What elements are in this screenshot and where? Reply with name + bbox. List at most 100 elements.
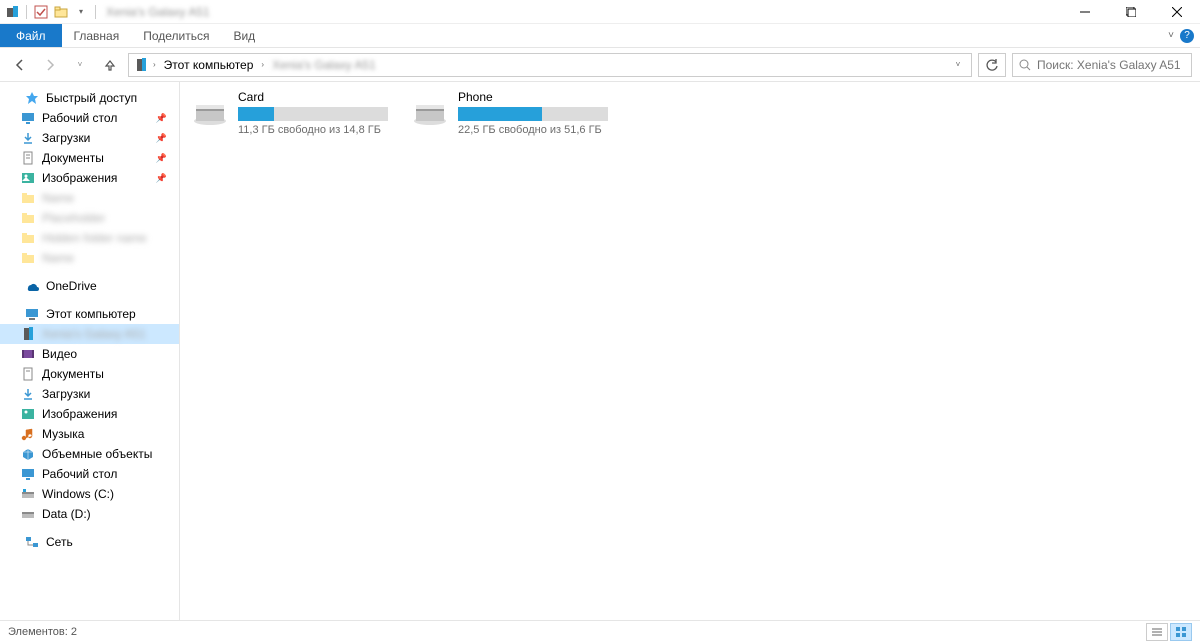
sidebar-item-label: Xenia's Galaxy A51 (42, 327, 146, 341)
folder-icon (20, 210, 36, 226)
sidebar-item-drive-c[interactable]: Windows (C:) (0, 484, 179, 504)
usage-bar (458, 107, 608, 121)
breadcrumb-device[interactable]: Xenia's Galaxy A51 (268, 58, 380, 72)
qat-separator-2 (95, 5, 96, 19)
sidebar-item-label: Видео (42, 347, 77, 361)
drive-name: Card (238, 90, 402, 104)
recent-dropdown[interactable]: ˅ (68, 53, 92, 77)
sidebar-item-label: Рабочий стол (42, 111, 117, 125)
downloads-icon (20, 386, 36, 402)
maximize-button[interactable] (1108, 0, 1154, 24)
sidebar-item-downloads[interactable]: Загрузки 📌 (0, 128, 179, 148)
sidebar-item-3dobjects[interactable]: Объемные объекты (0, 444, 179, 464)
sidebar-item-label: Name (42, 251, 74, 265)
search-box[interactable] (1012, 53, 1192, 77)
sidebar-item-label: Placeholder (42, 211, 105, 225)
breadcrumb-chevron[interactable]: › (151, 60, 158, 69)
tab-home[interactable]: Главная (62, 24, 132, 47)
tab-file[interactable]: Файл (0, 24, 62, 47)
device-icon (133, 57, 149, 73)
star-icon (24, 90, 40, 106)
sidebar-item-blurred[interactable]: Placeholder (0, 208, 179, 228)
drive-freespace: 22,5 ГБ свободно из 51,6 ГБ (458, 124, 622, 136)
sidebar-item-desktop[interactable]: Рабочий стол 📌 (0, 108, 179, 128)
search-icon (1019, 59, 1031, 71)
sidebar-item-label: Сеть (46, 535, 73, 549)
sidebar-item-device[interactable]: Xenia's Galaxy A51 (0, 324, 179, 344)
sidebar-item-label: Изображения (42, 171, 117, 185)
properties-icon[interactable] (33, 4, 49, 20)
details-view-button[interactable] (1146, 623, 1168, 641)
sidebar-item-blurred[interactable]: Name (0, 248, 179, 268)
usage-bar (238, 107, 388, 121)
sidebar-thispc[interactable]: Этот компьютер (0, 304, 179, 324)
breadcrumb-thispc[interactable]: Этот компьютер (160, 58, 258, 72)
sidebar-item-documents[interactable]: Документы 📌 (0, 148, 179, 168)
close-button[interactable] (1154, 0, 1200, 24)
refresh-button[interactable] (978, 53, 1006, 77)
back-button[interactable] (8, 53, 32, 77)
sidebar-item-label: Этот компьютер (46, 307, 136, 321)
tab-share[interactable]: Поделиться (131, 24, 221, 47)
sidebar-item-video[interactable]: Видео (0, 344, 179, 364)
sidebar-network[interactable]: Сеть (0, 532, 179, 552)
pictures-icon (20, 170, 36, 186)
sidebar-onedrive[interactable]: OneDrive (0, 276, 179, 296)
search-input[interactable] (1037, 58, 1192, 72)
qat-separator (26, 5, 27, 19)
sidebar-item-blurred[interactable]: Hidden folder name (0, 228, 179, 248)
content-pane[interactable]: Card 11,3 ГБ свободно из 14,8 ГБ Phone 2… (180, 82, 1200, 620)
sidebar-item-label: Загрузки (42, 387, 90, 401)
pin-icon: 📌 (156, 153, 173, 164)
phone-icon (20, 326, 36, 342)
ribbon-expand-icon[interactable]: ˅ (1168, 30, 1174, 41)
qat-dropdown-icon[interactable]: ▾ (73, 4, 89, 20)
status-bar: Элементов: 2 (0, 620, 1200, 642)
sidebar-item-label: Изображения (42, 407, 117, 421)
sidebar-item-label: Быстрый доступ (46, 91, 137, 105)
folder-qat-icon[interactable] (53, 4, 69, 20)
tab-view[interactable]: Вид (221, 24, 267, 47)
drive-tile-card[interactable]: Card 11,3 ГБ свободно из 14,8 ГБ (192, 90, 402, 136)
window-title: Xenia's Galaxy A51 (102, 5, 210, 19)
tiles-view-button[interactable] (1170, 623, 1192, 641)
sidebar-item-drive-d[interactable]: Data (D:) (0, 504, 179, 524)
address-bar[interactable]: › Этот компьютер › Xenia's Galaxy A51 ˅ (128, 53, 972, 77)
thispc-icon (24, 306, 40, 322)
status-item-count: Элементов: 2 (8, 626, 77, 638)
folder-icon (20, 250, 36, 266)
drive-icon (20, 506, 36, 522)
breadcrumb-chevron[interactable]: › (259, 60, 266, 69)
minimize-button[interactable] (1062, 0, 1108, 24)
sidebar: Быстрый доступ Рабочий стол 📌 Загрузки 📌… (0, 82, 180, 620)
usage-fill (238, 107, 274, 121)
sidebar-item-pictures2[interactable]: Изображения (0, 404, 179, 424)
sidebar-item-label: Name (42, 191, 74, 205)
video-icon (20, 346, 36, 362)
pictures-icon (20, 406, 36, 422)
pin-icon: 📌 (156, 113, 173, 124)
downloads-icon (20, 130, 36, 146)
sidebar-item-pictures[interactable]: Изображения 📌 (0, 168, 179, 188)
sidebar-quick-access[interactable]: Быстрый доступ (0, 88, 179, 108)
documents-icon (20, 366, 36, 382)
sidebar-item-downloads2[interactable]: Загрузки (0, 384, 179, 404)
sidebar-item-label: Hidden folder name (42, 231, 147, 245)
address-dropdown-icon[interactable]: ˅ (949, 60, 967, 69)
sidebar-item-music[interactable]: Музыка (0, 424, 179, 444)
forward-button[interactable] (38, 53, 62, 77)
sidebar-item-label: Документы (42, 367, 104, 381)
drive-icon (20, 486, 36, 502)
sidebar-item-label: Загрузки (42, 131, 90, 145)
sidebar-item-desktop2[interactable]: Рабочий стол (0, 464, 179, 484)
ribbon: Файл Главная Поделиться Вид ˅ ? (0, 24, 1200, 48)
desktop-icon (20, 110, 36, 126)
drive-tile-phone[interactable]: Phone 22,5 ГБ свободно из 51,6 ГБ (412, 90, 622, 136)
drive-name: Phone (458, 90, 622, 104)
sidebar-item-documents2[interactable]: Документы (0, 364, 179, 384)
help-icon[interactable]: ? (1180, 29, 1194, 43)
up-button[interactable] (98, 53, 122, 77)
sidebar-item-label: Data (D:) (42, 507, 91, 521)
network-icon (24, 534, 40, 550)
sidebar-item-blurred[interactable]: Name (0, 188, 179, 208)
